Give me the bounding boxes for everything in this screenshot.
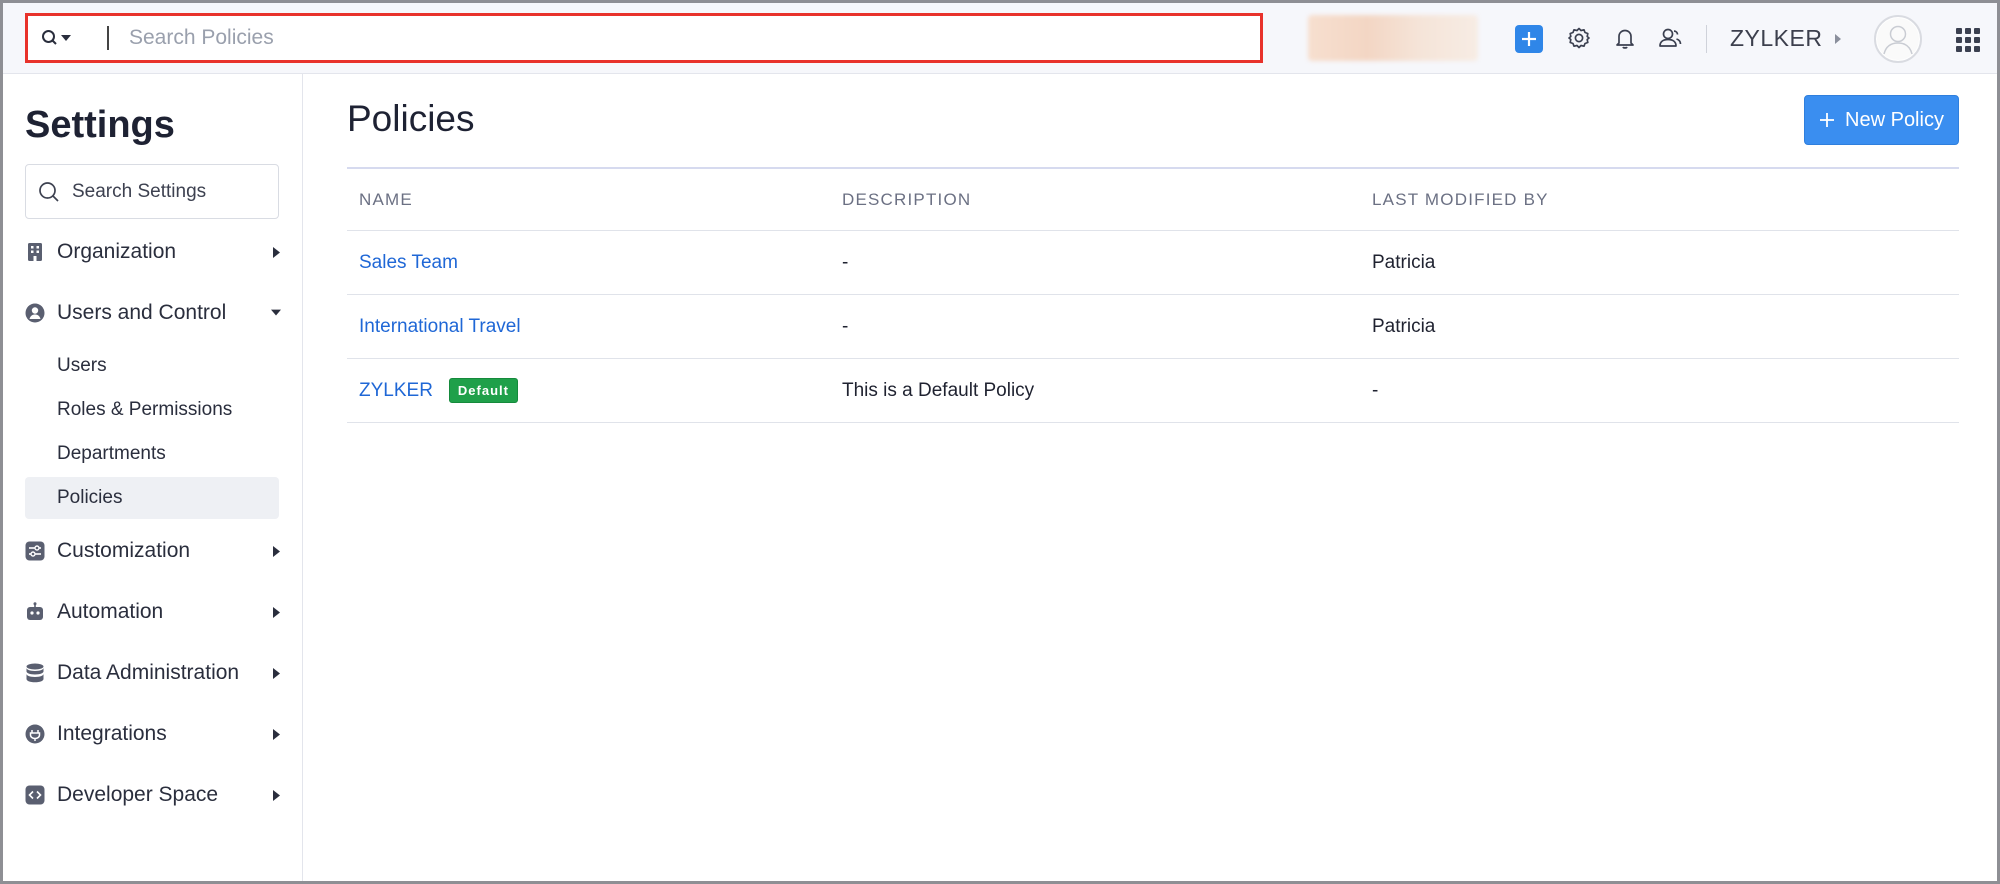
contacts-button[interactable] [1655, 23, 1685, 53]
settings-search-box[interactable] [25, 164, 279, 219]
app-launcher-grid-icon[interactable] [1956, 28, 1980, 52]
sidebar-subitem-policies[interactable]: Policies [25, 477, 279, 519]
org-name-label: ZYLKER [1730, 25, 1823, 51]
gear-icon [1568, 27, 1590, 49]
table-row: Sales Team - Patricia [347, 231, 1959, 295]
policy-name-link[interactable]: International Travel [359, 316, 521, 338]
policy-name-link[interactable]: ZYLKER [359, 380, 433, 402]
notifications-button[interactable] [1610, 23, 1640, 53]
search-icon [41, 30, 57, 45]
building-icon [25, 242, 45, 262]
top-bar: ZYLKER [3, 3, 1997, 74]
policy-modified-by: - [1372, 379, 1379, 401]
sidebar-item-label: Organization [57, 240, 177, 263]
search-policies-input[interactable] [107, 26, 1260, 50]
bell-icon [1616, 29, 1634, 49]
plus-icon [1820, 113, 1835, 127]
sidebar-item-label: Integrations [57, 722, 167, 745]
caret-right-icon [271, 789, 281, 801]
sidebar-item-data-administration[interactable]: Data Administration [25, 653, 281, 693]
policy-modified-by: Patricia [1372, 315, 1436, 337]
sidebar-item-label: Customization [57, 539, 191, 562]
sidebar-item-label: Data Administration [57, 661, 240, 684]
search-settings-input[interactable] [72, 180, 262, 203]
database-icon [25, 663, 45, 683]
new-policy-label: New Policy [1845, 108, 1944, 131]
caret-right-icon [271, 545, 281, 557]
settings-button[interactable] [1564, 23, 1594, 53]
caret-right-icon [271, 667, 281, 679]
user-avatar-icon [1877, 18, 1919, 60]
table-header: NAME DESCRIPTION LAST MODIFIED BY [347, 167, 1959, 231]
caret-right-icon [271, 606, 281, 618]
policy-name-link[interactable]: Sales Team [359, 252, 458, 274]
policy-modified-by: Patricia [1372, 251, 1436, 273]
search-scope-dropdown[interactable] [28, 16, 83, 60]
sidebar-item-automation[interactable]: Automation [25, 592, 281, 632]
avatar[interactable] [1874, 15, 1922, 63]
caret-right-icon [271, 246, 281, 258]
policy-description: - [842, 251, 849, 273]
global-search-box[interactable] [25, 13, 1263, 63]
page-title: Policies [347, 98, 475, 139]
robot-icon [25, 602, 45, 622]
policy-description: This is a Default Policy [842, 379, 1035, 401]
caret-right-icon [271, 728, 281, 740]
settings-sidebar: Settings Organization [3, 74, 303, 881]
caret-down-icon [271, 307, 281, 319]
sidebar-subitem-users[interactable]: Users [25, 345, 279, 387]
quick-create-button[interactable] [1515, 25, 1543, 53]
sidebar-title: Settings [25, 104, 175, 146]
table-row: ZYLKER Default This is a Default Policy … [347, 359, 1959, 423]
sliders-icon [25, 541, 45, 561]
main-content: Policies New Policy NAME DESCRIPTION LAS… [304, 74, 1997, 881]
search-icon [39, 181, 59, 202]
policy-description: - [842, 315, 849, 337]
column-header-last-modified-by: LAST MODIFIED BY [1372, 189, 1549, 209]
plug-icon [25, 724, 45, 744]
app-window: ZYLKER Settings [0, 0, 2000, 884]
policies-table: NAME DESCRIPTION LAST MODIFIED BY Sales … [347, 167, 1959, 423]
column-header-name: NAME [359, 189, 413, 209]
sidebar-item-organization[interactable]: Organization [25, 232, 281, 272]
plus-icon [1522, 32, 1536, 46]
sidebar-item-users-and-control[interactable]: Users and Control [25, 293, 281, 333]
sidebar-item-customization[interactable]: Customization [25, 531, 281, 571]
table-row: International Travel - Patricia [347, 295, 1959, 359]
sidebar-item-developer-space[interactable]: Developer Space [25, 775, 281, 815]
sidebar-subitem-departments[interactable]: Departments [25, 433, 279, 475]
column-header-description: DESCRIPTION [842, 189, 972, 209]
user-group-icon [1659, 28, 1682, 47]
default-badge: Default [448, 378, 518, 403]
sidebar-item-label: Users and Control [57, 301, 227, 324]
sidebar-subitem-roles-permissions[interactable]: Roles & Permissions [25, 389, 279, 431]
blurred-trial-banner [1308, 15, 1478, 61]
org-switcher[interactable]: ZYLKER [1730, 25, 1842, 52]
user-circle-icon [25, 303, 45, 323]
new-policy-button[interactable]: New Policy [1804, 95, 1959, 145]
caret-right-icon [1835, 33, 1842, 44]
code-icon [25, 785, 45, 805]
sidebar-item-integrations[interactable]: Integrations [25, 714, 281, 754]
sidebar-item-label: Automation [57, 600, 164, 623]
sidebar-item-label: Developer Space [57, 783, 219, 806]
caret-down-icon [60, 35, 71, 41]
toolbar-divider [1706, 25, 1707, 53]
